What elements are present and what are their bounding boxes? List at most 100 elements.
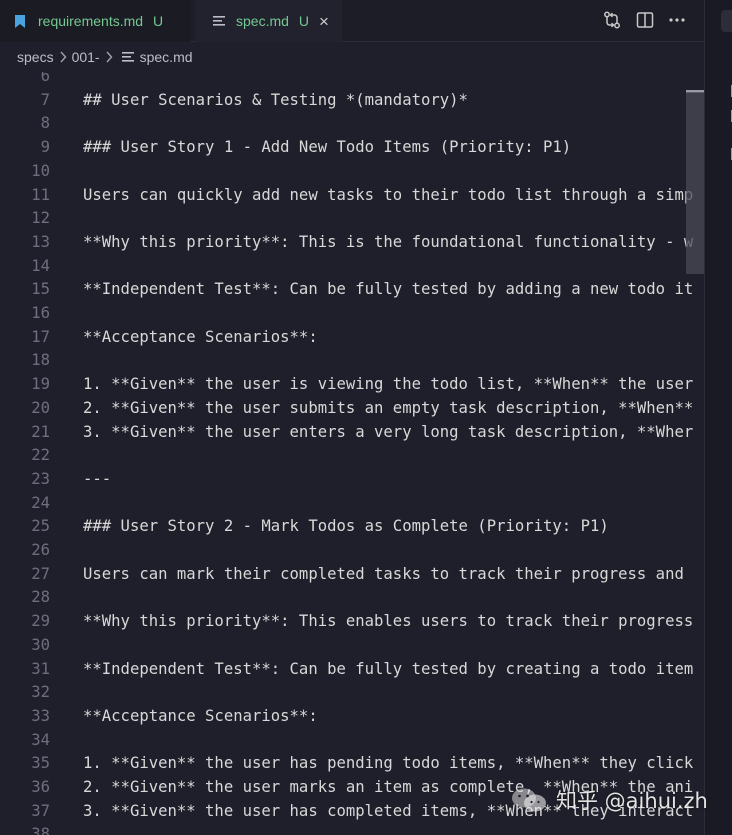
vertical-scrollbar-thumb[interactable] <box>686 92 704 274</box>
code-line[interactable]: 9 ### User Story 1 - Add New Todo Items (… <box>0 135 704 159</box>
chevron-right-icon <box>105 51 113 63</box>
line-number: 32 <box>31 683 50 702</box>
line-number: 22 <box>31 446 50 465</box>
line-text: 3. **Given** the user enters a very long… <box>83 422 694 441</box>
line-number: 21 <box>31 422 50 441</box>
line-number: 19 <box>31 375 50 394</box>
code-line[interactable]: 32 <box>0 680 704 704</box>
markdown-file-icon <box>213 13 227 29</box>
line-number: 15 <box>31 280 50 299</box>
wechat-logo-icon <box>510 787 550 813</box>
line-number: 7 <box>40 90 50 109</box>
close-icon[interactable]: × <box>319 13 329 30</box>
panel-tab[interactable] <box>721 10 732 32</box>
code-line[interactable]: 10 <box>0 159 704 183</box>
more-icon[interactable] <box>668 11 686 29</box>
code-line[interactable]: 19 1. **Given** the user is viewing the t… <box>0 372 704 396</box>
line-number: 18 <box>31 351 50 370</box>
code-line[interactable]: 20 2. **Given** the user submits an empty… <box>0 396 704 420</box>
line-text: Users can mark their completed tasks to … <box>83 564 684 583</box>
line-text: **Why this priority**: This enables user… <box>83 612 694 631</box>
line-number: 34 <box>31 730 50 749</box>
watermark-text: 知乎 @aihui.zh <box>556 789 708 813</box>
line-number: 6 <box>40 72 50 85</box>
code-line[interactable]: 33 **Acceptance Scenarios**: <box>0 704 704 728</box>
line-number: 16 <box>31 304 50 322</box>
code-line[interactable]: 21 3. **Given** the user enters a very lo… <box>0 420 704 444</box>
line-text: --- <box>83 469 112 488</box>
tab-bar: requirements.md U spec.md U × <box>0 0 704 42</box>
line-text: ### User Story 2 - Mark Todos as Complet… <box>83 517 609 536</box>
code-line[interactable]: 24 <box>0 491 704 515</box>
code-line[interactable]: 7 ## User Scenarios & Testing *(mandatory… <box>0 88 704 112</box>
line-number: 31 <box>31 659 50 678</box>
code-line[interactable]: 13 **Why this priority**: This is the fou… <box>0 230 704 254</box>
line-text: Users can quickly add new tasks to their… <box>83 185 694 204</box>
tab-requirements[interactable]: requirements.md U <box>0 0 190 42</box>
line-text: 2. **Given** the user submits an empty t… <box>83 398 694 417</box>
code-line[interactable]: 15 **Independent Test**: Can be fully tes… <box>0 277 704 301</box>
code-line[interactable]: 28 <box>0 585 704 609</box>
line-text: **Acceptance Scenarios**: <box>83 706 318 725</box>
bookmark-icon <box>15 13 29 29</box>
code-line[interactable]: 34 <box>0 728 704 752</box>
line-number: 37 <box>31 801 50 820</box>
markdown-file-icon <box>121 51 134 63</box>
code-line[interactable]: 16 <box>0 301 704 325</box>
code-line[interactable]: 29 **Why this priority**: This enables us… <box>0 609 704 633</box>
line-number: 11 <box>31 185 50 204</box>
line-number: 38 <box>31 825 50 835</box>
line-number: 8 <box>40 114 50 133</box>
code-line[interactable]: 17 **Acceptance Scenarios**: <box>0 325 704 349</box>
code-line[interactable]: 18 <box>0 348 704 372</box>
line-text: ### User Story 1 - Add New Todo Items (P… <box>83 138 572 157</box>
line-number: 12 <box>31 209 50 228</box>
line-number: 33 <box>31 706 50 725</box>
chevron-right-icon <box>59 51 67 63</box>
tab-untracked-badge: U <box>298 13 310 29</box>
line-text: **Independent Test**: Can be fully teste… <box>83 659 694 678</box>
line-number: 29 <box>31 612 50 631</box>
line-number: 30 <box>31 635 50 654</box>
tab-untracked-badge: U <box>153 13 164 29</box>
breadcrumb-item-file[interactable]: spec.md <box>140 49 193 65</box>
code-line[interactable]: 23 --- <box>0 467 704 491</box>
line-text: **Why this priority**: This is the found… <box>83 232 694 251</box>
secondary-panel-edge <box>704 0 732 835</box>
git-compare-icon[interactable] <box>602 10 622 30</box>
breadcrumb: specs 001- spec.md <box>0 42 704 72</box>
code-line[interactable]: 12 <box>0 206 704 230</box>
code-line[interactable]: 25 ### User Story 2 - Mark Todos as Compl… <box>0 514 704 538</box>
line-number: 36 <box>31 778 50 796</box>
breadcrumb-item-specs[interactable]: specs <box>17 49 54 65</box>
editor-actions <box>602 10 686 30</box>
code-line[interactable]: 11 Users can quickly add new tasks to the… <box>0 183 704 207</box>
line-number: 17 <box>31 327 50 346</box>
code-line[interactable]: 26 <box>0 538 704 562</box>
split-editor-icon[interactable] <box>636 11 654 29</box>
line-number: 27 <box>31 564 50 583</box>
line-number: 23 <box>31 469 50 488</box>
code-editor[interactable]: 38 37 3. **Given** the user has completed … <box>0 72 704 835</box>
line-number: 25 <box>31 517 50 536</box>
line-number: 35 <box>31 754 50 773</box>
code-line[interactable]: 22 <box>0 443 704 467</box>
line-text: **Acceptance Scenarios**: <box>83 327 318 346</box>
tab-title: spec.md <box>236 13 289 29</box>
line-text: 1. **Given** the user has pending todo i… <box>83 754 694 773</box>
line-text: 1. **Given** the user is viewing the tod… <box>83 375 694 394</box>
code-line[interactable]: 30 <box>0 633 704 657</box>
code-line[interactable]: 14 <box>0 254 704 278</box>
breadcrumb-item-folder[interactable]: 001- <box>72 49 100 65</box>
code-line[interactable]: 31 **Independent Test**: Can be fully tes… <box>0 657 704 681</box>
code-line[interactable]: 35 1. **Given** the user has pending todo… <box>0 751 704 775</box>
code-line[interactable]: 6 <box>0 72 704 88</box>
line-number: 26 <box>31 541 50 559</box>
code-line[interactable]: 27 Users can mark their completed tasks t… <box>0 562 704 586</box>
code-line[interactable]: 8 <box>0 111 704 135</box>
line-number: 24 <box>31 493 50 512</box>
line-number: 20 <box>31 398 50 417</box>
line-number: 28 <box>31 588 50 607</box>
code-line[interactable]: 38 <box>0 822 704 835</box>
tab-spec[interactable]: spec.md U × <box>195 0 342 42</box>
